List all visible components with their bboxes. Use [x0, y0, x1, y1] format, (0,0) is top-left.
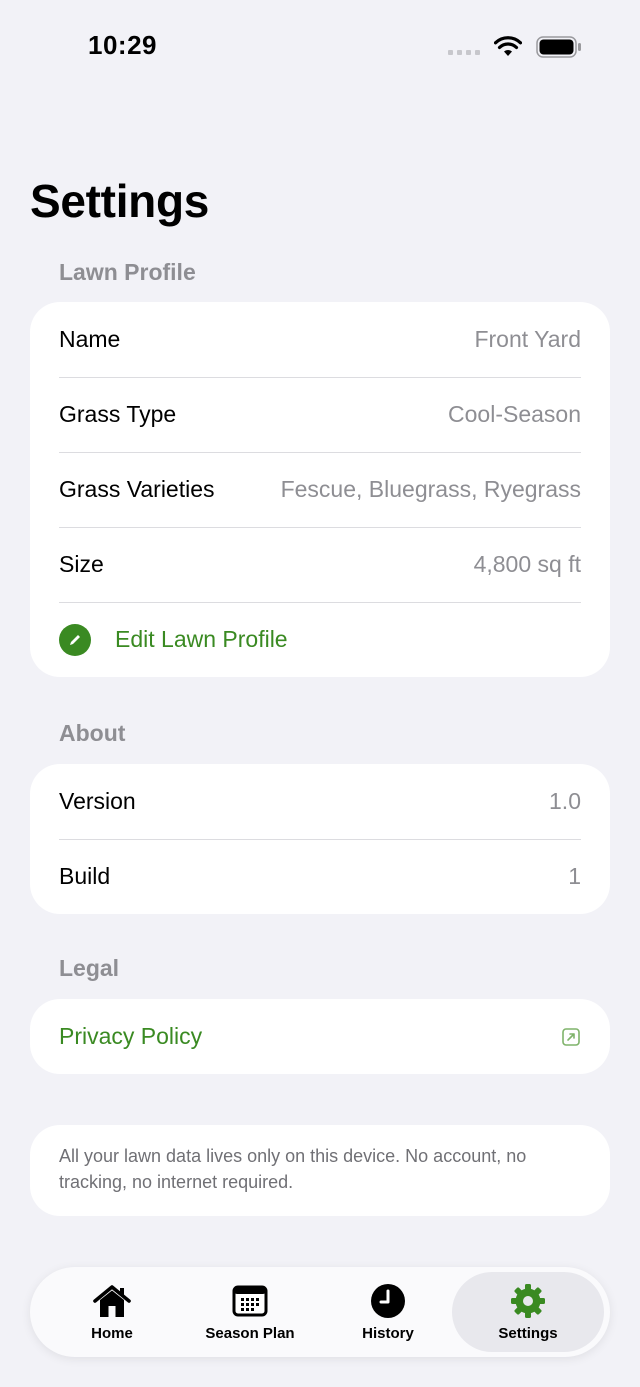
tab-history[interactable]: History: [353, 1267, 423, 1357]
row-label: Name: [59, 326, 121, 352]
lawn-profile-card: Name Front Yard Grass Type Cool-Season G…: [30, 302, 610, 677]
row-value: 4,800 sq ft: [473, 551, 581, 577]
privacy-policy-link[interactable]: Privacy Policy: [30, 999, 610, 1074]
section-header-legal: Legal: [59, 955, 120, 981]
section-header-lawn-profile: Lawn Profile: [59, 259, 196, 285]
tab-bar: Home Season Plan History Settings: [30, 1267, 610, 1357]
section-header-about: About: [59, 720, 126, 746]
page-title: Settings: [30, 175, 210, 227]
edit-lawn-profile-label: Edit Lawn Profile: [115, 626, 288, 652]
status-bar: 10:29: [0, 0, 640, 95]
privacy-note: All your lawn data lives only on this de…: [30, 1125, 610, 1216]
tab-season-plan[interactable]: Season Plan: [200, 1267, 300, 1357]
row-value: Fescue, Bluegrass, Ryegrass: [280, 476, 581, 502]
tab-label: History: [362, 1325, 414, 1342]
external-link-icon: [562, 1027, 580, 1046]
tab-settings[interactable]: Settings: [488, 1267, 568, 1357]
status-time: 10:29: [88, 30, 157, 60]
row-label: Grass Type: [59, 401, 177, 427]
about-card: Version 1.0 Build 1: [30, 764, 610, 914]
lawn-name-row: Name Front Yard: [30, 302, 610, 377]
clock-icon: [370, 1283, 406, 1319]
legal-card: Privacy Policy: [30, 999, 610, 1074]
edit-lawn-profile-button[interactable]: Edit Lawn Profile: [30, 602, 610, 677]
grass-type-row: Grass Type Cool-Season: [30, 377, 610, 452]
row-label: Grass Varieties: [59, 476, 215, 502]
row-value: Cool-Season: [448, 401, 581, 427]
tab-home[interactable]: Home: [82, 1267, 142, 1357]
calendar-icon: [232, 1283, 268, 1319]
lawn-size-row: Size 4,800 sq ft: [30, 527, 610, 602]
row-label: Size: [59, 551, 104, 577]
tab-label: Home: [91, 1325, 133, 1342]
row-label: Version: [59, 788, 136, 814]
row-value: 1: [568, 863, 581, 889]
privacy-policy-label: Privacy Policy: [59, 1023, 203, 1049]
row-label: Build: [59, 863, 111, 889]
row-value: 1.0: [549, 788, 581, 814]
cellular-signal-icon: [448, 49, 480, 55]
row-value: Front Yard: [474, 326, 581, 352]
build-row: Build 1: [30, 839, 610, 914]
wifi-icon: [494, 36, 522, 56]
grass-varieties-row: Grass Varieties Fescue, Bluegrass, Ryegr…: [30, 452, 610, 527]
gear-icon: [510, 1283, 546, 1319]
pencil-icon: [59, 623, 91, 656]
house-icon: [92, 1283, 132, 1319]
tab-label: Settings: [498, 1325, 558, 1342]
status-icons: [448, 36, 582, 58]
tab-label: Season Plan: [205, 1325, 295, 1342]
battery-icon: [536, 36, 581, 58]
version-row: Version 1.0: [30, 764, 610, 839]
